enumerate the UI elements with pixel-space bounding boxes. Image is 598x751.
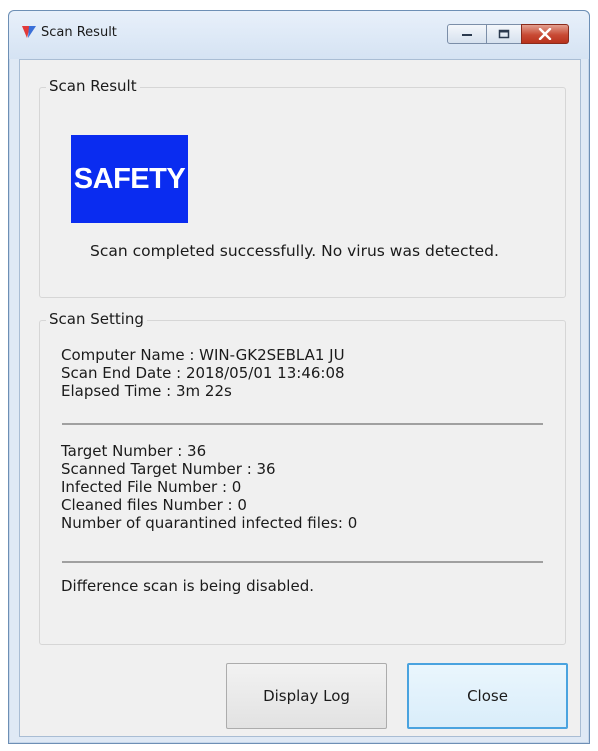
infected-file-number-text: Infected File Number : 0 bbox=[61, 478, 242, 496]
maximize-button[interactable] bbox=[486, 24, 522, 44]
cleaned-files-number-text: Cleaned files Number : 0 bbox=[61, 496, 247, 514]
display-log-button[interactable]: Display Log bbox=[226, 663, 387, 729]
scan-result-group: Scan Result SAFETY Scan completed succes… bbox=[39, 77, 566, 298]
difference-scan-text: Difference scan is being disabled. bbox=[61, 577, 314, 595]
scan-end-date-text: Scan End Date : 2018/05/01 13:46:08 bbox=[61, 364, 345, 382]
scanned-target-number-text: Scanned Target Number : 36 bbox=[61, 460, 276, 478]
dialog-client-area: Scan Result SAFETY Scan completed succes… bbox=[19, 59, 581, 737]
computer-name-text: Computer Name : WIN-GK2SEBLA1 JU bbox=[61, 346, 345, 364]
app-logo-icon bbox=[21, 24, 37, 40]
target-number-text: Target Number : 36 bbox=[61, 442, 207, 460]
quarantined-files-text: Number of quarantined infected files: 0 bbox=[61, 514, 358, 532]
scan-setting-group-label: Scan Setting bbox=[46, 310, 147, 328]
close-button[interactable]: Close bbox=[407, 663, 568, 729]
maximize-icon bbox=[498, 29, 510, 39]
minimize-button[interactable] bbox=[447, 24, 487, 44]
elapsed-time-text: Elapsed Time : 3m 22s bbox=[61, 382, 232, 400]
window-title: Scan Result bbox=[41, 25, 117, 40]
close-window-button[interactable] bbox=[521, 24, 569, 44]
scan-result-group-label: Scan Result bbox=[46, 77, 140, 95]
minimize-icon bbox=[462, 34, 472, 36]
scan-result-window: Scan Result Scan Result SAFETY Scan comp… bbox=[8, 10, 590, 744]
title-bar[interactable]: Scan Result bbox=[9, 11, 589, 59]
safety-badge: SAFETY bbox=[71, 135, 188, 223]
scan-setting-group: Scan Setting Computer Name : WIN-GK2SEBL… bbox=[39, 310, 566, 645]
separator bbox=[62, 423, 543, 425]
separator bbox=[62, 561, 543, 563]
scan-result-message: Scan completed successfully. No virus wa… bbox=[90, 242, 499, 260]
close-icon bbox=[538, 28, 552, 40]
